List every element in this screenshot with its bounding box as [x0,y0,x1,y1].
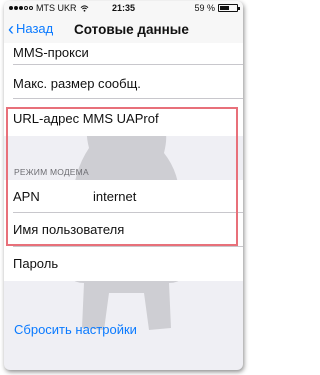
mms-proxy-row[interactable]: MMS-прокси [4,43,243,65]
battery-icon [218,4,240,12]
status-right: 59 % [194,3,240,13]
status-bar: MTS UKR 21:35 59 % [4,1,243,15]
password-label: Пароль [13,256,59,271]
apn-field[interactable]: internet [93,189,136,204]
chevron-left-icon: ‹ [8,18,14,39]
password-row[interactable]: Пароль [4,247,243,281]
apn-label: APN [13,189,40,204]
mms-proxy-label: MMS-прокси [13,45,89,60]
modem-section-header: РЕЖИМ МОДЕМА [14,167,89,177]
mms-uaprof-url-row[interactable]: URL-адрес MMS UAProf [4,99,243,136]
username-label: Имя пользователя [13,222,125,237]
max-message-size-row[interactable]: Макс. размер сообщ. [4,65,243,99]
reset-settings-button[interactable]: Сбросить настройки [14,322,137,337]
phone-screen: MTS UKR 21:35 59 % ‹ Назад Сотовые данны… [4,1,243,370]
page-title: Сотовые данные [74,22,189,37]
back-label: Назад [16,21,54,36]
battery-percent: 59 % [194,3,215,13]
settings-list: MMS-прокси Макс. размер сообщ. URL-адрес… [4,43,243,370]
max-message-size-label: Макс. размер сообщ. [13,76,141,91]
username-row[interactable]: Имя пользователя [4,213,243,247]
apn-row[interactable]: APN internet [4,180,243,213]
mms-uaprof-url-label: URL-адрес MMS UAProf [13,111,159,126]
back-button[interactable]: ‹ Назад [8,18,54,39]
navigation-bar: ‹ Назад Сотовые данные [4,15,243,44]
